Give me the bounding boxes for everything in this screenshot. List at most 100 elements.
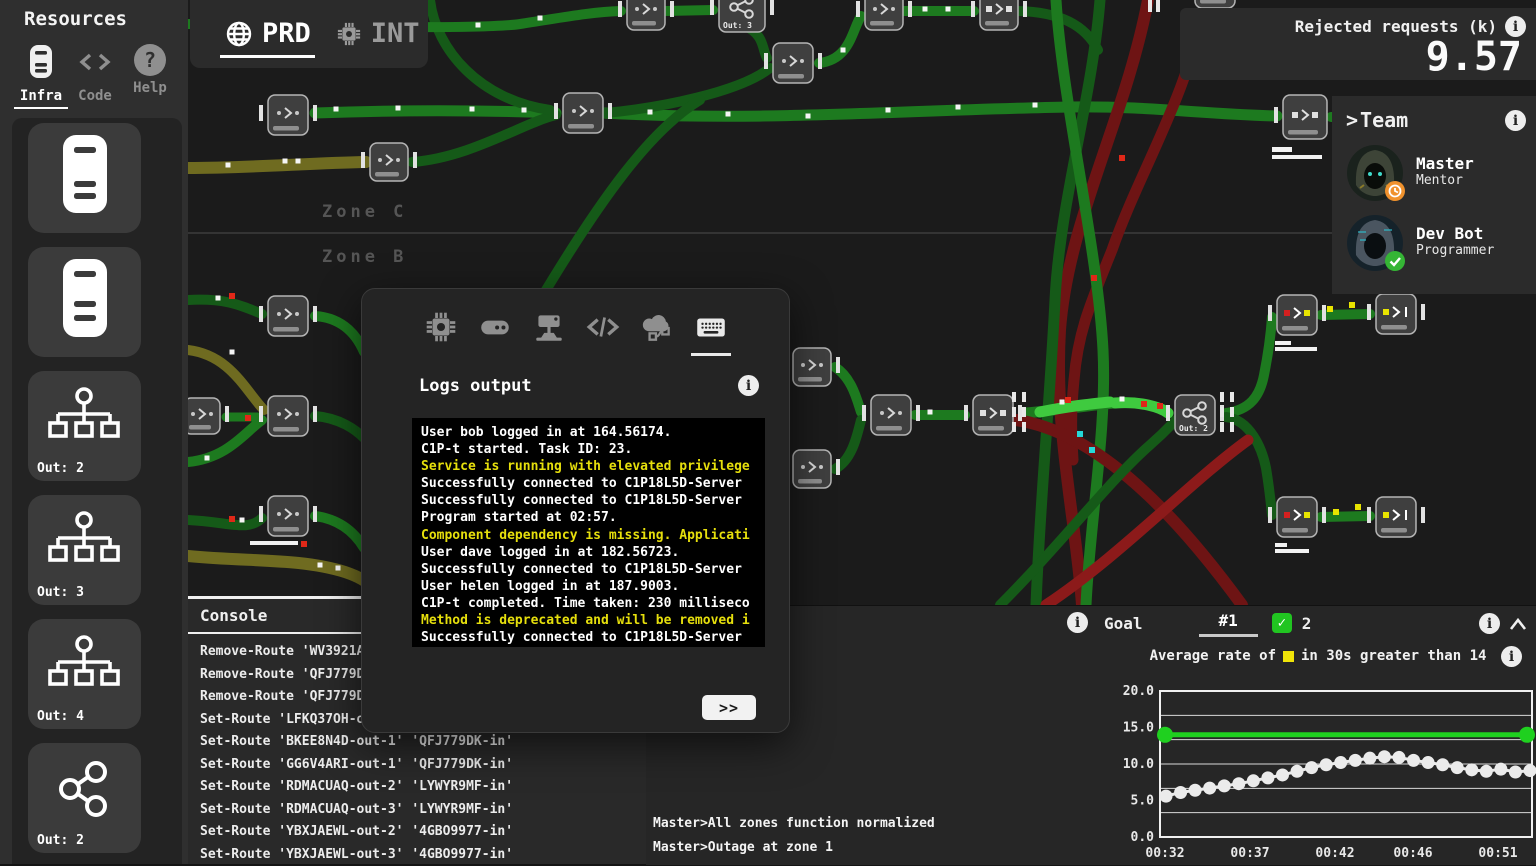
map-node-sink[interactable] bbox=[1367, 294, 1425, 334]
packet bbox=[1157, 403, 1163, 409]
data-point bbox=[1261, 771, 1274, 784]
packet bbox=[283, 159, 288, 164]
code-tab[interactable] bbox=[583, 309, 623, 349]
map-node-share[interactable]: Out: 3 bbox=[710, 0, 774, 32]
cpu-tab[interactable] bbox=[421, 309, 461, 349]
packet bbox=[946, 7, 951, 12]
tab-prd[interactable]: PRD bbox=[220, 10, 315, 58]
packet bbox=[522, 108, 527, 113]
resource-card-splitter[interactable]: Out: 2 bbox=[28, 743, 141, 853]
goal-tab-2[interactable]: 2 bbox=[1302, 614, 1312, 633]
packet bbox=[230, 350, 235, 355]
logs-output[interactable]: User bob logged in at 164.56174.C1P-t st… bbox=[412, 418, 765, 647]
team-member-master[interactable]: Master Mentor bbox=[1346, 144, 1474, 202]
help-icon bbox=[134, 44, 166, 76]
map-node-proc[interactable] bbox=[250, 496, 317, 545]
log-line: C1P-t started. Task ID: 23. bbox=[421, 441, 765, 458]
tab-int[interactable]: INT bbox=[331, 10, 424, 58]
packet bbox=[1091, 275, 1097, 281]
terminal-tab[interactable] bbox=[691, 309, 731, 356]
tab-help-label: Help bbox=[126, 80, 174, 96]
packet bbox=[296, 159, 301, 164]
x-tick: 00:37 bbox=[1230, 846, 1269, 861]
map-node-procc[interactable] bbox=[1268, 295, 1326, 351]
info-icon[interactable] bbox=[1479, 613, 1500, 634]
zone-label-b: Zone B bbox=[322, 247, 407, 267]
packet bbox=[476, 23, 481, 28]
map-node-proc[interactable] bbox=[784, 450, 840, 488]
packet bbox=[1141, 401, 1147, 407]
data-point bbox=[1160, 790, 1173, 803]
map-node-proc[interactable] bbox=[784, 348, 840, 386]
tab-code[interactable]: Code bbox=[72, 44, 118, 104]
map-node-sink[interactable] bbox=[1367, 497, 1425, 537]
module-tab[interactable] bbox=[475, 309, 515, 349]
data-point bbox=[1305, 761, 1318, 774]
y-tick: 5.0 bbox=[1131, 794, 1155, 809]
info-icon[interactable] bbox=[1505, 110, 1526, 131]
console-line: Set-Route 'RDMACUAQ-out-3' 'LYWYR9MF-in' bbox=[200, 799, 646, 822]
tab-help[interactable]: Help bbox=[126, 44, 174, 96]
map-node-proc2[interactable] bbox=[1272, 95, 1336, 159]
packet bbox=[245, 415, 251, 421]
tab-infra[interactable]: Infra bbox=[14, 44, 68, 109]
log-line: C1P-t completed. Time taken: 230 millise… bbox=[421, 595, 765, 612]
packet bbox=[216, 296, 221, 301]
map-node-proc[interactable] bbox=[862, 395, 920, 435]
packet bbox=[396, 106, 401, 111]
packet bbox=[538, 16, 543, 21]
network-tab[interactable] bbox=[529, 309, 569, 349]
info-icon[interactable] bbox=[738, 375, 759, 396]
node-progress-bar bbox=[1272, 147, 1292, 152]
map-node-proc2[interactable] bbox=[971, 0, 1027, 30]
packet bbox=[726, 112, 731, 117]
data-point bbox=[1218, 779, 1231, 792]
resource-card-balancer-4[interactable]: Out: 4 bbox=[28, 619, 141, 729]
node-progress-bar bbox=[250, 541, 298, 545]
team-panel: Team Master Mentor bbox=[1332, 96, 1536, 294]
log-line: User helen logged in at 187.9003. bbox=[421, 578, 765, 595]
resource-card-server-2[interactable] bbox=[28, 247, 141, 357]
map-node-share[interactable]: Out: 2 bbox=[1166, 395, 1224, 435]
packet bbox=[841, 48, 846, 53]
info-icon[interactable] bbox=[1067, 612, 1088, 633]
next-page-button[interactable]: >> bbox=[702, 695, 756, 720]
status-busy-icon bbox=[1384, 180, 1406, 202]
map-node-proc[interactable] bbox=[259, 95, 317, 135]
map-node-procc[interactable] bbox=[1268, 497, 1326, 553]
goal-tab-1[interactable]: #1 bbox=[1199, 609, 1258, 637]
map-node-proc[interactable] bbox=[1186, 0, 1244, 8]
member-role: Mentor bbox=[1416, 173, 1474, 188]
map-node-proc[interactable] bbox=[764, 43, 822, 83]
inspector-tabs bbox=[362, 309, 789, 356]
data-point bbox=[1378, 750, 1391, 763]
info-icon[interactable] bbox=[1501, 646, 1522, 667]
packet bbox=[648, 110, 653, 115]
cpu-icon bbox=[423, 309, 459, 345]
packet bbox=[334, 107, 339, 112]
log-line: Service is running with elevated privile… bbox=[421, 458, 765, 475]
resource-card-balancer-2[interactable]: Out: 2 bbox=[28, 371, 141, 481]
data-point bbox=[1436, 758, 1449, 771]
node-inspector-modal: Logs output User bob logged in at 164.56… bbox=[361, 288, 790, 733]
collapse-chevron-icon[interactable] bbox=[1508, 616, 1528, 632]
data-point bbox=[1203, 782, 1216, 795]
cloud-tab[interactable] bbox=[637, 309, 677, 349]
resource-card-balancer-3[interactable]: Out: 3 bbox=[28, 495, 141, 605]
x-tick: 00:46 bbox=[1393, 846, 1432, 861]
map-node-proc[interactable] bbox=[259, 396, 317, 436]
chip-icon bbox=[335, 20, 363, 48]
map-node-proc[interactable] bbox=[259, 296, 317, 336]
x-tick: 00:42 bbox=[1315, 846, 1354, 861]
map-node-proc[interactable] bbox=[554, 93, 612, 133]
map-node-proc[interactable] bbox=[856, 0, 912, 30]
resource-card-server-1[interactable] bbox=[28, 123, 141, 233]
map-node-proc[interactable] bbox=[618, 0, 674, 30]
data-point bbox=[1174, 786, 1187, 799]
chat-message: Master>All zones function normalized bbox=[653, 812, 935, 836]
team-member-devbot[interactable]: Dev Bot Programmer bbox=[1346, 214, 1494, 272]
log-line: Successfully connected to C1P18L5D-Serve… bbox=[421, 629, 765, 646]
goal-done-checkbox[interactable] bbox=[1272, 613, 1292, 633]
map-node-proc[interactable] bbox=[361, 143, 417, 181]
packet bbox=[301, 541, 307, 547]
